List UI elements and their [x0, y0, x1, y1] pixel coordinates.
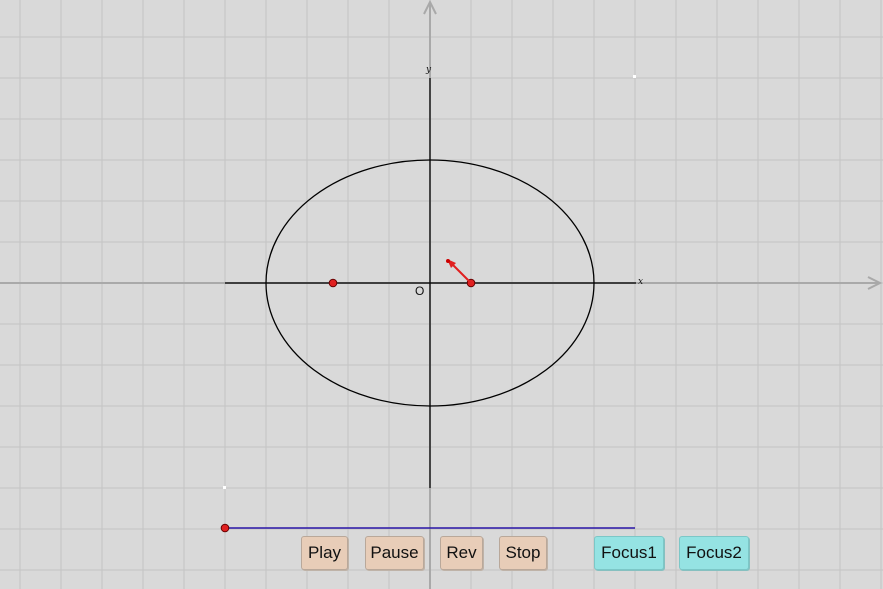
applet-stage: y x O Play Pause Rev Stop Focus1 Focus2: [0, 0, 883, 589]
pause-button[interactable]: Pause: [365, 536, 424, 570]
corner-marker-bottom: [223, 486, 226, 489]
focus1-button[interactable]: Focus1: [594, 536, 664, 570]
rev-button[interactable]: Rev: [440, 536, 483, 570]
origin-label: O: [415, 284, 425, 298]
graphics-view[interactable]: [0, 0, 883, 589]
play-button[interactable]: Play: [301, 536, 348, 570]
velocity-vector: [450, 262, 472, 284]
corner-marker-top: [633, 75, 636, 78]
focus1-point[interactable]: [328, 278, 338, 288]
focus2-button[interactable]: Focus2: [679, 536, 749, 570]
x-axis-label: x: [638, 277, 644, 287]
stop-button[interactable]: Stop: [499, 536, 547, 570]
moving-point[interactable]: [446, 259, 450, 263]
grid: [0, 0, 883, 589]
y-axis-label: y: [426, 65, 432, 75]
time-slider-handle[interactable]: [220, 523, 230, 533]
